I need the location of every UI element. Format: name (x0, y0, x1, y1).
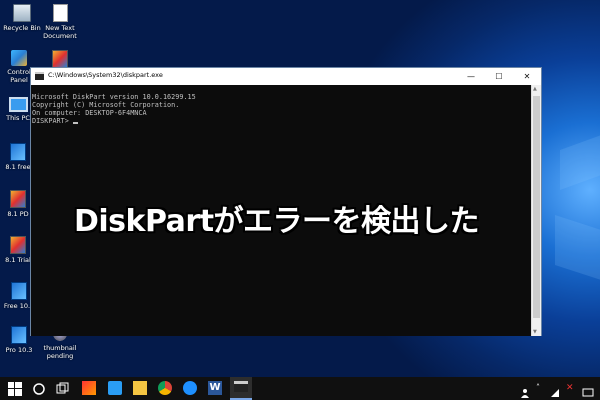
app-icon (11, 326, 27, 344)
console-prompt-line[interactable]: DISKPART> (32, 117, 532, 125)
minimize-button[interactable]: — (457, 68, 485, 85)
app-icon (52, 50, 68, 68)
app-icon (10, 190, 26, 208)
wallpaper-light-beam (555, 215, 600, 291)
console-line: Microsoft DiskPart version 10.0.16299.15 (32, 93, 196, 101)
console-line: On computer: DESKTOP-6F4MNCA (32, 109, 147, 117)
maximize-button[interactable]: ☐ (485, 68, 513, 85)
task-view-icon[interactable] (56, 381, 70, 395)
text-document-icon (52, 4, 68, 22)
app-icon (11, 282, 27, 300)
desktop-icon-new-text-document[interactable]: New Text Document (38, 4, 82, 40)
wallpaper-light-beam (560, 120, 600, 190)
scroll-down-icon[interactable]: ▼ (533, 329, 537, 335)
file-explorer-icon[interactable] (133, 381, 147, 395)
window-title: C:\Windows\System32\diskpart.exe (48, 71, 163, 79)
scroll-thumb[interactable] (533, 96, 540, 318)
chrome-icon[interactable] (158, 381, 172, 395)
text-cursor (72, 122, 78, 124)
computer-icon (8, 97, 28, 112)
app-icon (10, 143, 26, 161)
app-icon (10, 236, 26, 254)
app-icon[interactable] (183, 381, 197, 395)
console-app-icon (35, 72, 44, 80)
warning-icon[interactable]: ✕ (566, 383, 576, 393)
recycle-bin-icon (13, 4, 31, 22)
windows-start-icon[interactable] (8, 381, 22, 396)
control-panel-icon (11, 50, 27, 66)
cortana-icon[interactable] (32, 381, 46, 395)
app-icon[interactable] (108, 381, 122, 395)
vertical-scrollbar[interactable]: ▲ ▼ (531, 85, 541, 336)
notification-icon[interactable] (582, 383, 594, 397)
taskbar-diskpart-button[interactable] (230, 377, 252, 400)
overlay-caption: DiskPartがエラーを検出した (74, 204, 480, 239)
chevron-up-icon[interactable]: ˄ (536, 383, 546, 393)
network-icon[interactable] (550, 383, 560, 397)
console-app-icon (234, 381, 248, 392)
window-titlebar[interactable]: C:\Windows\System32\diskpart.exe — ☐ ✕ (31, 68, 541, 85)
app-icon[interactable] (82, 381, 96, 395)
console-prompt: DISKPART> (32, 117, 73, 125)
close-button[interactable]: ✕ (513, 68, 541, 85)
desktop: Recycle Bin New Text Document Control Pa… (0, 0, 600, 377)
scroll-up-icon[interactable]: ▲ (533, 86, 537, 92)
word-icon[interactable]: W (208, 381, 222, 395)
taskbar: W ˄ ✕ (0, 377, 600, 400)
people-icon[interactable] (520, 383, 530, 398)
console-line: Copyright (C) Microsoft Corporation. (32, 101, 180, 109)
